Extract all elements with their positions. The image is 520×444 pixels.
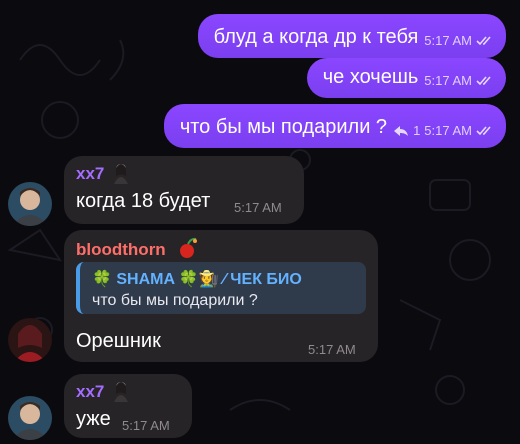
quote-text: что бы мы подарили ?: [92, 292, 258, 309]
sender-name[interactable]: bloodthorn: [76, 240, 166, 260]
message-time: 5:17 AM: [122, 418, 170, 433]
incoming-message[interactable]: bloodthorn 🍀 SHAMA 🍀🧑‍🌾 ⁄ ЧЕК БИО что бы…: [64, 230, 378, 362]
message-time: 5:17 AM: [424, 33, 472, 48]
double-check-icon: [476, 75, 491, 85]
outgoing-message[interactable]: что бы мы подарили ? 1 5:17 AM: [163, 104, 506, 148]
message-time: 5:17 AM: [424, 123, 472, 138]
message-text: уже: [76, 408, 111, 430]
message-text: когда 18 будет: [76, 190, 211, 212]
message-time: 5:17 AM: [308, 342, 356, 357]
reply-arrow-icon[interactable]: [393, 125, 409, 137]
message-meta: 5:17 AM: [424, 73, 494, 98]
avatar[interactable]: [8, 396, 52, 440]
person-emoji-icon: [114, 382, 128, 402]
incoming-message[interactable]: xx7 когда 18 будет 5:17 AM: [64, 156, 304, 224]
avatar[interactable]: [8, 182, 52, 226]
message-text: че хочешь: [322, 66, 419, 88]
reply-quote[interactable]: 🍀 SHAMA 🍀🧑‍🌾 ⁄ ЧЕК БИО что бы мы подарил…: [76, 262, 366, 314]
sender-name[interactable]: xx7: [76, 164, 104, 184]
message-meta: 1 5:17 AM: [393, 123, 494, 148]
chat-view[interactable]: блуд а когда др к тебя 5:17 AM че хочешь…: [0, 0, 520, 444]
double-check-icon: [476, 35, 491, 45]
double-check-icon: [476, 125, 491, 135]
incoming-message[interactable]: xx7 уже 5:17 AM: [64, 374, 192, 438]
message-text: блуд а когда др к тебя: [213, 26, 419, 48]
message-time: 5:17 AM: [234, 200, 282, 215]
message-text: Орешник: [76, 330, 161, 352]
reply-count[interactable]: 1: [413, 123, 420, 138]
message-text: что бы мы подарили ?: [179, 116, 388, 138]
outgoing-message[interactable]: блуд а когда др к тебя 5:17 AM: [197, 14, 506, 58]
avatar[interactable]: [8, 318, 52, 362]
cherry-bomb-emoji-icon: [180, 237, 197, 258]
person-emoji-icon: [114, 164, 128, 184]
sender-name[interactable]: xx7: [76, 382, 104, 402]
quote-sender-name: 🍀 SHAMA 🍀🧑‍🌾 ⁄ ЧЕК БИО: [92, 271, 302, 288]
outgoing-message[interactable]: че хочешь 5:17 AM: [306, 58, 506, 98]
message-time: 5:17 AM: [424, 73, 472, 88]
message-meta: 5:17 AM: [424, 33, 494, 58]
